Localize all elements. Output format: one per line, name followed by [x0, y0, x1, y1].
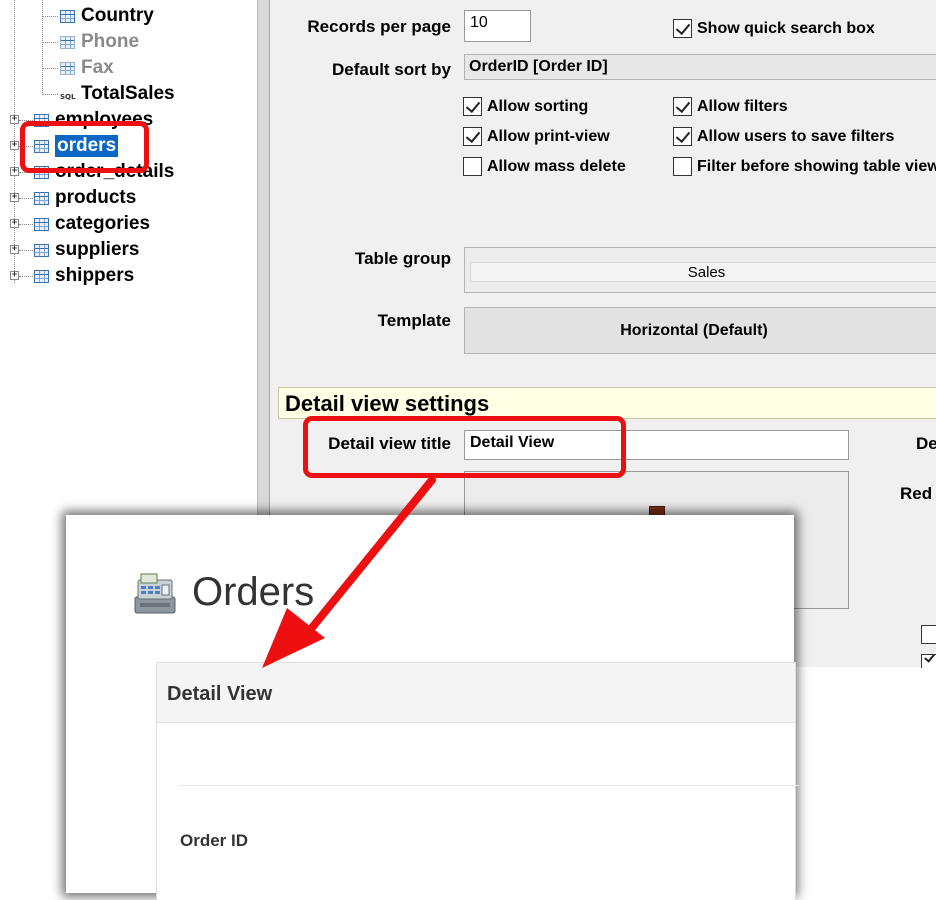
callout-arrow-icon — [262, 476, 436, 668]
